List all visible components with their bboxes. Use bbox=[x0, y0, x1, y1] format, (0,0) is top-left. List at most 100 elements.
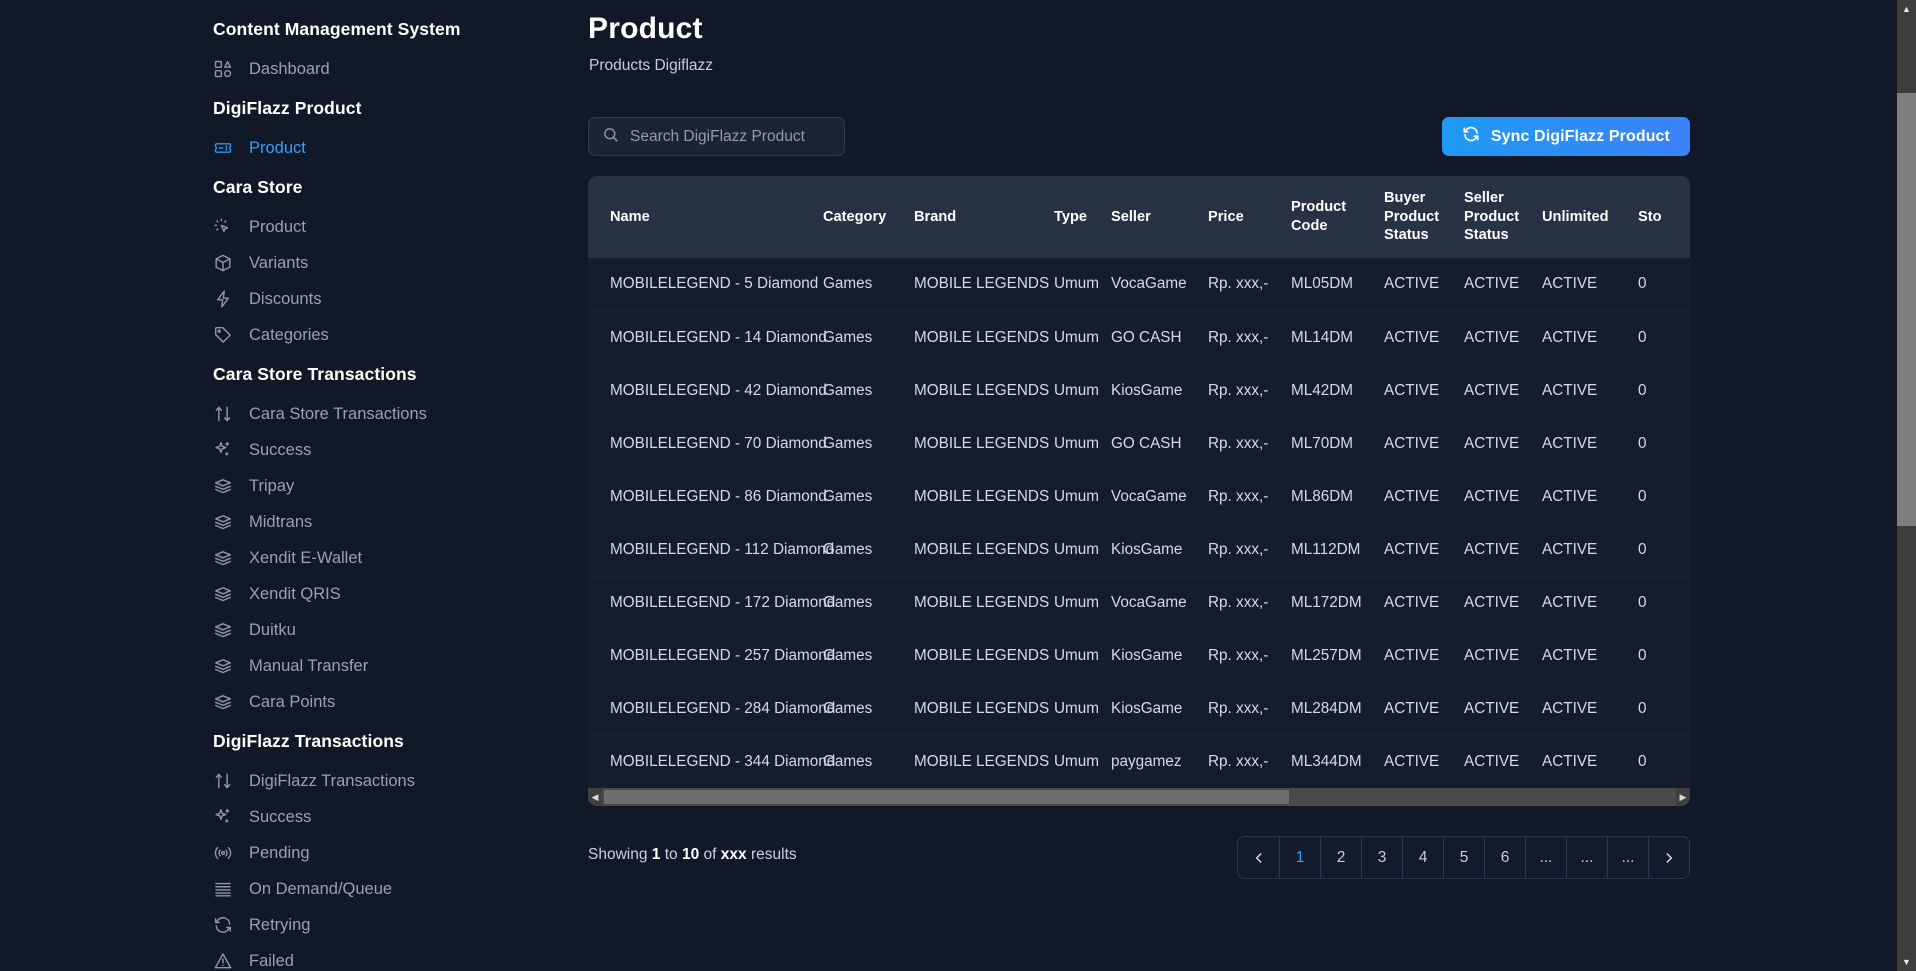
cell-category: Games bbox=[823, 416, 914, 471]
pagination-page-6[interactable]: 6 bbox=[1484, 837, 1525, 878]
cell-name: MOBILELEGEND - 70 Diamond bbox=[588, 416, 827, 471]
table-footer: Showing 1 to 10 of xxx results 1 2 3 4 5 6...… bbox=[588, 836, 1690, 880]
sidebar-item-manual-transfer[interactable]: Manual Transfer bbox=[0, 648, 588, 684]
cell-price: Rp. xxx,- bbox=[1208, 575, 1291, 630]
table-row[interactable]: MOBILELEGEND - 86 Diamond Games MOBILE LEG… bbox=[588, 469, 1690, 524]
sidebar-item-retrying[interactable]: Retrying bbox=[0, 907, 588, 943]
table-horizontal-scrollbar[interactable]: ◀ ▶ bbox=[588, 788, 1690, 807]
column-header-product-code[interactable]: Product Code bbox=[1291, 176, 1384, 259]
cell-unlimited: ACTIVE bbox=[1542, 681, 1638, 736]
sidebar-item-variants[interactable]: Variants bbox=[0, 245, 588, 281]
sidebar-item-dashboard[interactable]: Dashboard bbox=[0, 51, 588, 87]
cell-brand: MOBILE LEGENDS bbox=[914, 310, 1054, 365]
scroll-up-arrow-icon[interactable]: ▲ bbox=[1897, 0, 1916, 18]
sidebar-item-failed[interactable]: Failed bbox=[0, 943, 588, 971]
pagination-prev-icon[interactable] bbox=[1238, 837, 1279, 878]
sidebar-item-discounts[interactable]: Discounts bbox=[0, 281, 588, 317]
sidebar-item-cara-store-transactions[interactable]: Cara Store Transactions bbox=[0, 396, 588, 432]
cell-product-code: ML86DM bbox=[1291, 469, 1384, 524]
column-header-brand[interactable]: Brand bbox=[914, 176, 1054, 259]
cell-seller-product-status: ACTIVE bbox=[1464, 522, 1542, 577]
cell-unlimited: ACTIVE bbox=[1542, 310, 1638, 365]
sidebar-item-label: Retrying bbox=[249, 915, 311, 934]
search-field[interactable] bbox=[588, 117, 845, 156]
sidebar-item-label: Xendit QRIS bbox=[249, 584, 341, 603]
sidebar-item-product[interactable]: Product bbox=[0, 209, 588, 245]
column-header-buyer-product-status[interactable]: Buyer Product Status bbox=[1384, 176, 1464, 259]
arrow-path-icon bbox=[213, 915, 233, 935]
pagination-page-5[interactable]: 5 bbox=[1443, 837, 1484, 878]
cell-seller-product-status: ACTIVE bbox=[1464, 363, 1542, 418]
table-row[interactable]: MOBILELEGEND - 172 Diamond Games MOBILE LE… bbox=[588, 575, 1690, 630]
column-header-seller-product-status[interactable]: Seller Product Status bbox=[1464, 176, 1542, 259]
scroll-down-arrow-icon[interactable]: ▼ bbox=[1897, 953, 1916, 971]
column-header-stock[interactable]: Sto bbox=[1638, 176, 1690, 259]
pagination-ellipsis[interactable]: ... bbox=[1566, 837, 1607, 878]
cell-price: Rp. xxx,- bbox=[1208, 628, 1291, 683]
showing-to: 10 bbox=[681, 846, 700, 863]
table-horizontal-viewport[interactable]: Name Category Brand Type Seller Price Pr… bbox=[588, 176, 1690, 789]
table-row[interactable]: MOBILELEGEND - 70 Diamond Games MOBILE LEG… bbox=[588, 416, 1690, 471]
cell-unlimited: ACTIVE bbox=[1542, 416, 1638, 471]
table-row[interactable]: MOBILELEGEND - 112 Diamond Games MOBILE LE… bbox=[588, 522, 1690, 577]
pagination-page-4[interactable]: 4 bbox=[1402, 837, 1443, 878]
sidebar-item-duitku[interactable]: Duitku bbox=[0, 612, 588, 648]
sidebar: Content Management System Dashboard DigiFl… bbox=[0, 0, 588, 971]
cell-brand: MOBILE LEGENDS bbox=[914, 416, 1054, 471]
sidebar-group-title: Cara Store Transactions bbox=[213, 364, 417, 384]
sidebar-item-label: Discounts bbox=[249, 289, 322, 308]
sidebar-item-categories[interactable]: Categories bbox=[0, 317, 588, 353]
server-stack-icon bbox=[213, 656, 233, 676]
table-row[interactable]: MOBILELEGEND - 42 Diamond Games MOBILE LEG… bbox=[588, 363, 1690, 418]
page-vertical-scrollbar[interactable]: ▲ ▼ bbox=[1897, 0, 1916, 971]
cell-buyer-product-status: ACTIVE bbox=[1384, 522, 1464, 577]
cell-category: Games bbox=[823, 469, 914, 524]
sidebar-item-on-demand-queue[interactable]: On Demand/Queue bbox=[0, 871, 588, 907]
horizontal-scroll-thumb[interactable] bbox=[604, 790, 1289, 805]
sidebar-item-xendit-e-wallet[interactable]: Xendit E-Wallet bbox=[0, 540, 588, 576]
sync-digiflazz-product-button[interactable]: Sync DigiFlazz Product bbox=[1441, 117, 1690, 156]
pagination-page-2[interactable]: 2 bbox=[1320, 837, 1361, 878]
sidebar-item-tripay[interactable]: Tripay bbox=[0, 468, 588, 504]
table-row[interactable]: MOBILELEGEND - 257 Diamond Games MOBILE LE… bbox=[588, 628, 1690, 683]
cell-seller-product-status: ACTIVE bbox=[1464, 734, 1542, 789]
table-row[interactable]: MOBILELEGEND - 344 Diamond Games MOBILE LE… bbox=[588, 734, 1690, 789]
sidebar-item-xendit-qris[interactable]: Xendit QRIS bbox=[0, 576, 588, 612]
vertical-scroll-thumb[interactable] bbox=[1897, 93, 1916, 526]
sidebar-item-success[interactable]: Success bbox=[0, 799, 588, 835]
pagination-page-3[interactable]: 3 bbox=[1361, 837, 1402, 878]
table-row[interactable]: MOBILELEGEND - 5 Diamond Games MOBILE LEGE… bbox=[588, 258, 1690, 311]
sidebar-group-title: DigiFlazz Product bbox=[213, 98, 362, 118]
pagination-ellipsis[interactable]: ... bbox=[1607, 837, 1648, 878]
scroll-left-arrow-icon[interactable]: ◀ bbox=[588, 788, 602, 807]
pagination-ellipsis[interactable]: ... bbox=[1525, 837, 1566, 878]
sidebar-item-success[interactable]: Success bbox=[0, 432, 588, 468]
arrows-up-down-icon bbox=[213, 404, 233, 424]
column-header-price[interactable]: Price bbox=[1208, 176, 1291, 259]
search-input[interactable] bbox=[630, 127, 834, 146]
sidebar-item-midtrans[interactable]: Midtrans bbox=[0, 504, 588, 540]
column-header-seller[interactable]: Seller bbox=[1111, 176, 1208, 259]
scroll-right-arrow-icon[interactable]: ▶ bbox=[1676, 788, 1690, 807]
pagination-next-icon[interactable] bbox=[1648, 837, 1689, 878]
horizontal-scroll-track[interactable] bbox=[602, 788, 1676, 807]
cell-unlimited: ACTIVE bbox=[1542, 275, 1598, 293]
cell-seller-product-status: ACTIVE bbox=[1464, 575, 1542, 630]
table-row[interactable]: MOBILELEGEND - 284 Diamond Games MOBILE LE… bbox=[588, 681, 1690, 736]
sidebar-item-cara-points[interactable]: Cara Points bbox=[0, 684, 588, 720]
column-header-category[interactable]: Category bbox=[823, 176, 914, 259]
cell-seller: GO CASH bbox=[1111, 416, 1208, 471]
sidebar-item-product[interactable]: Product bbox=[0, 130, 588, 166]
sidebar-item-digiflazz-transactions[interactable]: DigiFlazz Transactions bbox=[0, 763, 588, 799]
column-header-unlimited[interactable]: Unlimited bbox=[1542, 176, 1638, 259]
cell-name: MOBILELEGEND - 284 Diamond bbox=[588, 681, 835, 736]
column-header-type[interactable]: Type bbox=[1054, 176, 1111, 259]
cell-type: Umum bbox=[1054, 681, 1111, 736]
cell-brand: MOBILE LEGENDS bbox=[914, 734, 1054, 789]
table-row[interactable]: MOBILELEGEND - 14 Diamond Games MOBILE LEG… bbox=[588, 310, 1690, 365]
sidebar-item-pending[interactable]: Pending bbox=[0, 835, 588, 871]
main-content: Product Products Digiflazz Sync DigiFlaz… bbox=[588, 0, 1916, 971]
pagination-page-1[interactable]: 1 bbox=[1279, 837, 1320, 878]
cell-name: MOBILELEGEND - 86 Diamond bbox=[588, 469, 827, 524]
column-header-name[interactable]: Name bbox=[588, 176, 823, 259]
